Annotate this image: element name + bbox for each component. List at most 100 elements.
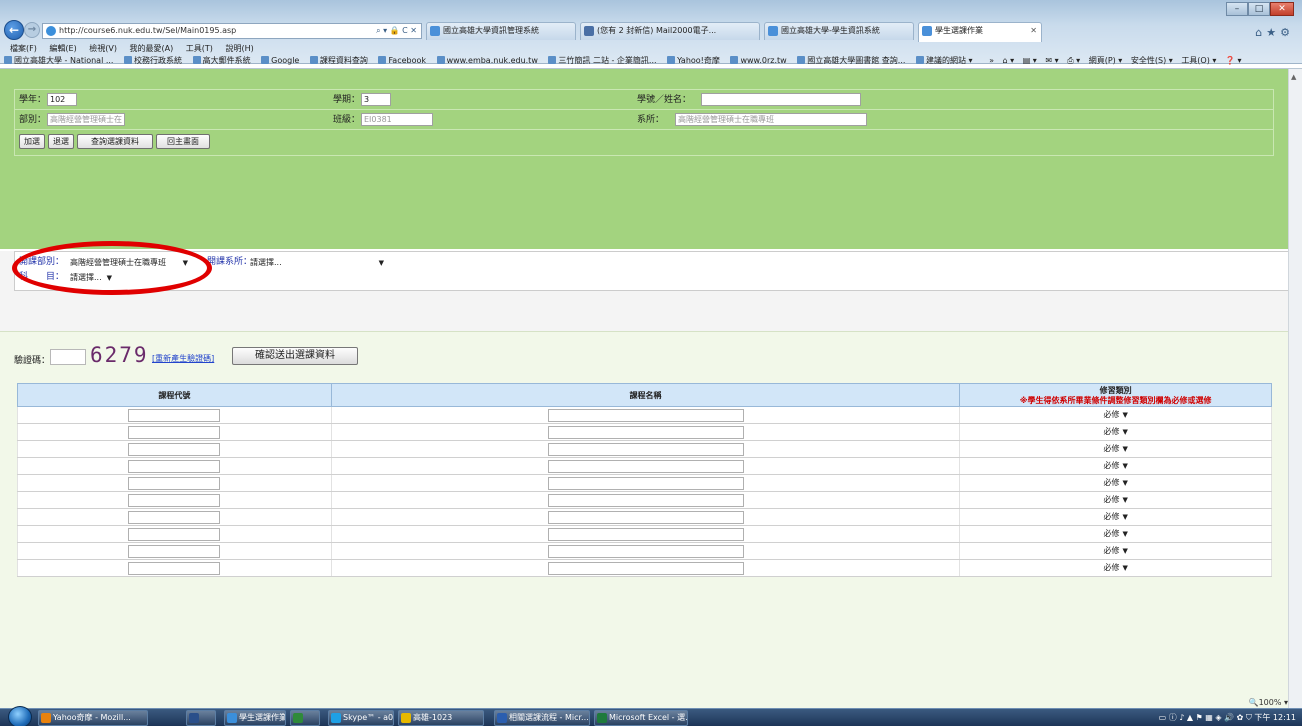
menu-view[interactable]: 檢視(V) [89, 44, 117, 54]
taskbar-item[interactable]: 學生選課作業 - Win... [224, 710, 286, 726]
course-name-input[interactable] [547, 544, 744, 558]
year-field[interactable]: 102 [47, 93, 77, 106]
course-code-input[interactable] [128, 510, 221, 524]
captcha-input[interactable] [50, 349, 86, 365]
taskbar-item[interactable]: 相關選課流程 - Micr... [494, 710, 590, 726]
taskbar-item[interactable] [290, 710, 320, 726]
home-star-gear-icons[interactable]: ⌂★⚙ [1255, 26, 1294, 39]
dept-field[interactable]: 高階經營管理碩士在 [47, 113, 125, 126]
course-type-select[interactable]: 必修 ▼ [1103, 460, 1127, 472]
zoom-indicator[interactable]: 🔍100% ▾ [1249, 698, 1288, 707]
course-code-input[interactable] [128, 408, 221, 422]
drop-course-button[interactable]: 退選 [48, 134, 74, 149]
address-bar[interactable]: http://course6.nuk.edu.tw/Sel/Main0195.a… [42, 23, 422, 39]
course-name-input[interactable] [547, 476, 744, 490]
course-type-select[interactable]: 必修 ▼ [1103, 494, 1127, 506]
course-name-input[interactable] [547, 442, 744, 456]
tab-course-selection[interactable]: 學生選課作業 ✕ [918, 22, 1042, 42]
tray-icons[interactable]: ▭ ⓘ ♪ ▲ ⚑ ▦ ◈ 🔊 ✿ ⛉ [1159, 713, 1252, 722]
favorite-link[interactable]: www.0rz.tw [730, 54, 786, 68]
tab-mail2000[interactable]: (您有 2 封新信) Mail2000電子... [580, 22, 760, 40]
navigation-row: ← → http://course6.nuk.edu.tw/Sel/Main01… [0, 20, 1302, 42]
menu-file[interactable]: 檔案(F) [10, 44, 37, 54]
class-field[interactable]: EI0381 [361, 113, 433, 126]
term-field[interactable]: 3 [361, 93, 391, 106]
course-name-input[interactable] [547, 493, 744, 507]
course-name-input[interactable] [547, 527, 744, 541]
favorite-link[interactable]: 建議的網站 ▾ [916, 54, 973, 68]
command-mail[interactable]: ✉ ▾ [1045, 54, 1058, 68]
course-code-input[interactable] [128, 561, 221, 575]
favorite-link[interactable]: 國立高雄大學 - National ... [4, 54, 113, 68]
favorite-link[interactable]: 國立高雄大學圖書館 查詢... [797, 54, 905, 68]
course-name-input[interactable] [547, 561, 744, 575]
course-name-input[interactable] [547, 408, 744, 422]
course-type-select[interactable]: 必修 ▼ [1103, 443, 1127, 455]
command-print[interactable]: ⎙ ▾ [1067, 54, 1080, 68]
taskbar-item[interactable]: Yahoo奇摩 - Mozill... [38, 710, 148, 726]
favorite-link[interactable]: 課程資料查詢 [310, 54, 368, 68]
close-button[interactable]: ✕ [1270, 2, 1294, 16]
address-tools[interactable]: ⌕ ▾ 🔒 C ✕ [376, 24, 417, 38]
table-row: 必修 ▼ [17, 440, 1272, 458]
minimize-button[interactable]: – [1226, 2, 1248, 16]
clock[interactable]: 下午 12:11 [1254, 713, 1296, 722]
menu-edit[interactable]: 編輯(E) [49, 44, 76, 54]
course-code-input[interactable] [128, 442, 221, 456]
course-type-select[interactable]: 必修 ▼ [1103, 528, 1127, 540]
taskbar-item[interactable] [186, 710, 216, 726]
course-type-select[interactable]: 必修 ▼ [1103, 545, 1127, 557]
course-name-input[interactable] [547, 459, 744, 473]
command-tools[interactable]: 工具(O) ▾ [1181, 54, 1216, 68]
taskbar-item[interactable]: 高雄-1023 [398, 710, 484, 726]
command-page[interactable]: 網頁(P) ▾ [1089, 54, 1123, 68]
course-name-input[interactable] [547, 510, 744, 524]
maximize-button[interactable]: □ [1248, 2, 1270, 16]
course-code-input[interactable] [128, 527, 221, 541]
vertical-scrollbar[interactable]: ▲ [1288, 69, 1302, 708]
query-selection-button[interactable]: 查詢選課資料 [77, 134, 153, 149]
menu-favorites[interactable]: 我的最愛(A) [130, 44, 174, 54]
id-name-field[interactable] [701, 93, 861, 106]
taskbar-item[interactable]: Microsoft Excel - 選... [594, 710, 688, 726]
taskbar-item[interactable]: Skype™ - a0917112... [328, 710, 394, 726]
back-button[interactable]: ← [4, 20, 24, 40]
menu-help[interactable]: 說明(H) [225, 44, 253, 54]
add-course-button[interactable]: 加選 [19, 134, 45, 149]
scroll-up-arrow-icon[interactable]: ▲ [1291, 73, 1300, 83]
favorite-link[interactable]: Yahoo!奇摩 [667, 54, 720, 68]
course-code-input[interactable] [128, 493, 221, 507]
command-help[interactable]: ❓ ▾ [1225, 54, 1242, 68]
command-safety[interactable]: 安全性(S) ▾ [1131, 54, 1173, 68]
course-type-select[interactable]: 必修 ▼ [1103, 562, 1127, 574]
course-type-select[interactable]: 必修 ▼ [1103, 409, 1127, 421]
course-type-select[interactable]: 必修 ▼ [1103, 511, 1127, 523]
command-home[interactable]: ⌂ ▾ [1003, 54, 1015, 68]
command-more[interactable]: » [989, 54, 994, 68]
favorite-link[interactable]: Google [261, 54, 299, 68]
tab-close-icon[interactable]: ✕ [1030, 23, 1037, 39]
favorite-link[interactable]: www.emba.nuk.edu.tw [437, 54, 538, 68]
command-feeds[interactable]: ▤ ▾ [1023, 54, 1037, 68]
course-name-input[interactable] [547, 425, 744, 439]
submit-selection-button[interactable]: 確認送出選課資料 [232, 347, 358, 365]
favorite-link[interactable]: 高大郵件系統 [193, 54, 251, 68]
course-code-input[interactable] [128, 425, 221, 439]
regenerate-captcha-link[interactable]: [重新產生驗證碼] [152, 353, 214, 364]
favorite-link[interactable]: 校務行政系統 [124, 54, 182, 68]
start-button-icon[interactable] [8, 706, 32, 726]
tab-student-info[interactable]: 國立高雄大學-學生資訊系統 [764, 22, 914, 40]
open-program-select[interactable]: 請選擇... ▼ [247, 256, 387, 269]
menu-tools[interactable]: 工具(T) [186, 44, 213, 54]
favorite-link[interactable]: Facebook [378, 54, 426, 68]
course-type-select[interactable]: 必修 ▼ [1103, 426, 1127, 438]
back-to-main-button[interactable]: 回主畫面 [156, 134, 210, 149]
program-field[interactable]: 高階經營管理碩士在職專班 [675, 113, 867, 126]
course-code-input[interactable] [128, 459, 221, 473]
favorite-link[interactable]: 三竹簡訊 二站 - 企業簡訊... [548, 54, 656, 68]
tab-nuk-admin[interactable]: 國立高雄大學資訊管理系統 [426, 22, 576, 40]
course-type-select[interactable]: 必修 ▼ [1103, 477, 1127, 489]
course-code-input[interactable] [128, 476, 221, 490]
course-code-input[interactable] [128, 544, 221, 558]
forward-button[interactable]: → [24, 22, 40, 38]
